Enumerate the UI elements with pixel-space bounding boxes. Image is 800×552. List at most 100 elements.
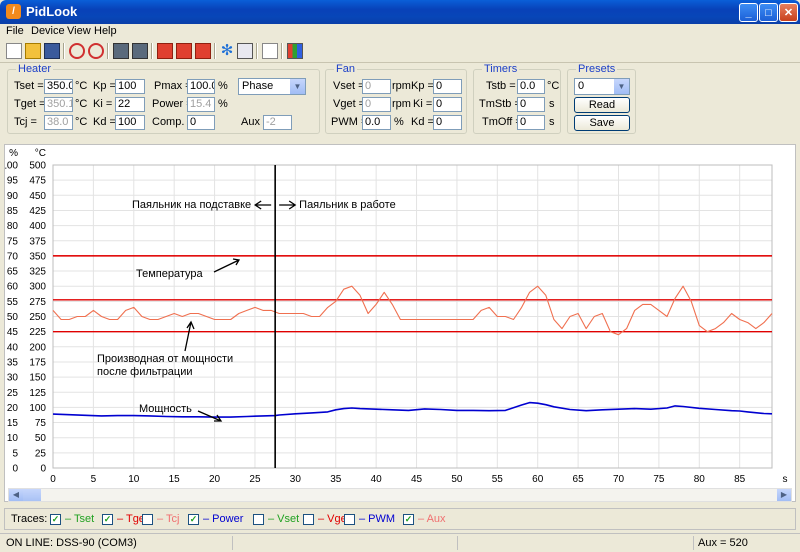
trace-checkbox-power[interactable]: ✓: [188, 514, 199, 525]
y-left-tick-label: 80: [7, 221, 19, 232]
y-right-tick-label: 225: [29, 327, 46, 338]
annotation-work: Паяльник в работе: [299, 199, 396, 211]
chart-export-icon[interactable]: [132, 43, 148, 59]
chart: 1005009547590450854258040075375703506532…: [5, 148, 788, 485]
chevron-down-icon: ▼: [289, 79, 305, 94]
save-preset-button[interactable]: Save: [574, 115, 630, 131]
preset-select-value: 0: [578, 80, 585, 92]
tmoff-label: TmOff =: [482, 116, 522, 128]
open-file-icon[interactable]: [25, 43, 41, 59]
y-right-tick-label: 175: [29, 357, 46, 368]
trace-label-aux: – Aux: [418, 513, 446, 525]
vget-field: 0: [362, 97, 391, 112]
tcj-label: Tcj =: [14, 116, 37, 128]
trace-checkbox-tcj[interactable]: [142, 514, 153, 525]
y-right-tick-label: 150: [29, 373, 46, 384]
trace-checkbox-vset[interactable]: [253, 514, 264, 525]
timers-title: Timers: [482, 63, 520, 75]
play-icon[interactable]: [157, 43, 173, 59]
y-left-tick-label: 95: [7, 176, 19, 187]
pmax-unit: %: [218, 80, 228, 92]
palette-icon[interactable]: [287, 43, 303, 59]
horizontal-scrollbar[interactable]: ◀ ▶: [8, 488, 792, 502]
y-right-tick-label: 100: [29, 403, 46, 414]
pause-icon[interactable]: [176, 43, 192, 59]
y-right-tick-label: 50: [35, 433, 47, 444]
heater-kp-field[interactable]: 100: [115, 79, 145, 94]
comp-field[interactable]: 0: [187, 115, 215, 130]
heater-kd-field[interactable]: 100: [115, 115, 145, 130]
aux-status: Aux = 520: [698, 537, 748, 549]
y-left-tick-label: 45: [7, 327, 19, 338]
vget-unit: rpm: [392, 98, 411, 110]
x-tick-label: 25: [249, 474, 261, 485]
y-left-tick-label: 100: [5, 161, 18, 172]
annotation-temperature: Температура: [136, 268, 204, 280]
fan-kp-field[interactable]: 0: [433, 79, 462, 94]
stop-icon[interactable]: [195, 43, 211, 59]
arrow-left-icon: [253, 200, 272, 210]
tmoff-field[interactable]: 0: [517, 115, 545, 130]
new-file-icon[interactable]: [6, 43, 22, 59]
close-button[interactable]: ✕: [779, 3, 798, 22]
y-left-tick-label: 65: [7, 267, 19, 278]
y-right-tick-label: 475: [29, 176, 46, 187]
arrow-right-icon: [279, 200, 297, 210]
fan-kd-field[interactable]: 0: [433, 115, 462, 130]
preset-select[interactable]: 0 ▼: [574, 78, 630, 95]
y-left-tick-label: 70: [7, 251, 19, 262]
heater-ki-field[interactable]: 22: [115, 97, 145, 112]
grid-icon[interactable]: [237, 43, 253, 59]
scroll-left-icon[interactable]: ◀: [9, 489, 23, 501]
y-left-tick-label: 10: [7, 433, 19, 444]
trace-checkbox-vget[interactable]: [303, 514, 314, 525]
menu-device[interactable]: Device: [31, 25, 65, 37]
menu-view[interactable]: View: [67, 25, 91, 37]
fan-ki-field[interactable]: 0: [433, 97, 462, 112]
y-left-tick-label: 75: [7, 236, 19, 247]
power-off-icon[interactable]: [88, 43, 104, 59]
heater-kp-label: Kp =: [93, 80, 116, 92]
scroll-right-icon[interactable]: ▶: [777, 489, 791, 501]
y-left-tick-label: 15: [7, 418, 19, 429]
fan-kp-label: Kp =: [411, 80, 434, 92]
snowflake-icon[interactable]: ✻: [219, 43, 235, 59]
y-right-tick-label: 300: [29, 282, 46, 293]
read-button[interactable]: Read: [574, 97, 630, 113]
traces-bar: Traces: ✓ – Tset ✓ – Tget – Tcj ✓ – Powe…: [4, 508, 796, 530]
chart-settings-icon[interactable]: [113, 43, 129, 59]
pmax-field[interactable]: 100.0: [187, 79, 215, 94]
y-left-tick-label: 40: [7, 342, 19, 353]
power-on-icon[interactable]: [69, 43, 85, 59]
y-right-tick-label: 500: [29, 161, 46, 172]
maximize-button[interactable]: □: [759, 3, 778, 22]
y-right-tick-label: 200: [29, 342, 46, 353]
minimize-button[interactable]: _: [739, 3, 758, 22]
scroll-thumb[interactable]: [23, 489, 41, 501]
y-right-tick-label: 75: [35, 418, 47, 429]
x-tick-label: 80: [694, 474, 706, 485]
x-tick-label: 50: [451, 474, 463, 485]
y-left-tick-label: 5: [12, 448, 18, 459]
mode-select[interactable]: Phase ▼: [238, 78, 306, 95]
pwm-field[interactable]: 0.0: [362, 115, 391, 130]
document-icon[interactable]: [262, 43, 278, 59]
save-icon[interactable]: [44, 43, 60, 59]
menu-help[interactable]: Help: [94, 25, 117, 37]
menu-file[interactable]: File: [6, 25, 24, 37]
trace-checkbox-aux[interactable]: ✓: [403, 514, 414, 525]
tmstb-field[interactable]: 0: [517, 97, 545, 112]
y-right-tick-label: 25: [35, 448, 47, 459]
y-left-tick-label: 50: [7, 312, 19, 323]
tset-field[interactable]: 350.0: [44, 79, 73, 94]
trace-checkbox-pwm[interactable]: [344, 514, 355, 525]
tget-label: Tget =: [14, 98, 46, 110]
x-tick-label: 30: [290, 474, 302, 485]
trace-checkbox-tget[interactable]: ✓: [102, 514, 113, 525]
y-left-tick-label: 25: [7, 388, 19, 399]
y-right-tick-label: 125: [29, 388, 46, 399]
menu-bar: File Device View Help: [0, 24, 800, 40]
trace-checkbox-tset[interactable]: ✓: [50, 514, 61, 525]
tstb-field[interactable]: 0.0: [517, 79, 545, 94]
tset-label: Tset =: [14, 80, 44, 92]
